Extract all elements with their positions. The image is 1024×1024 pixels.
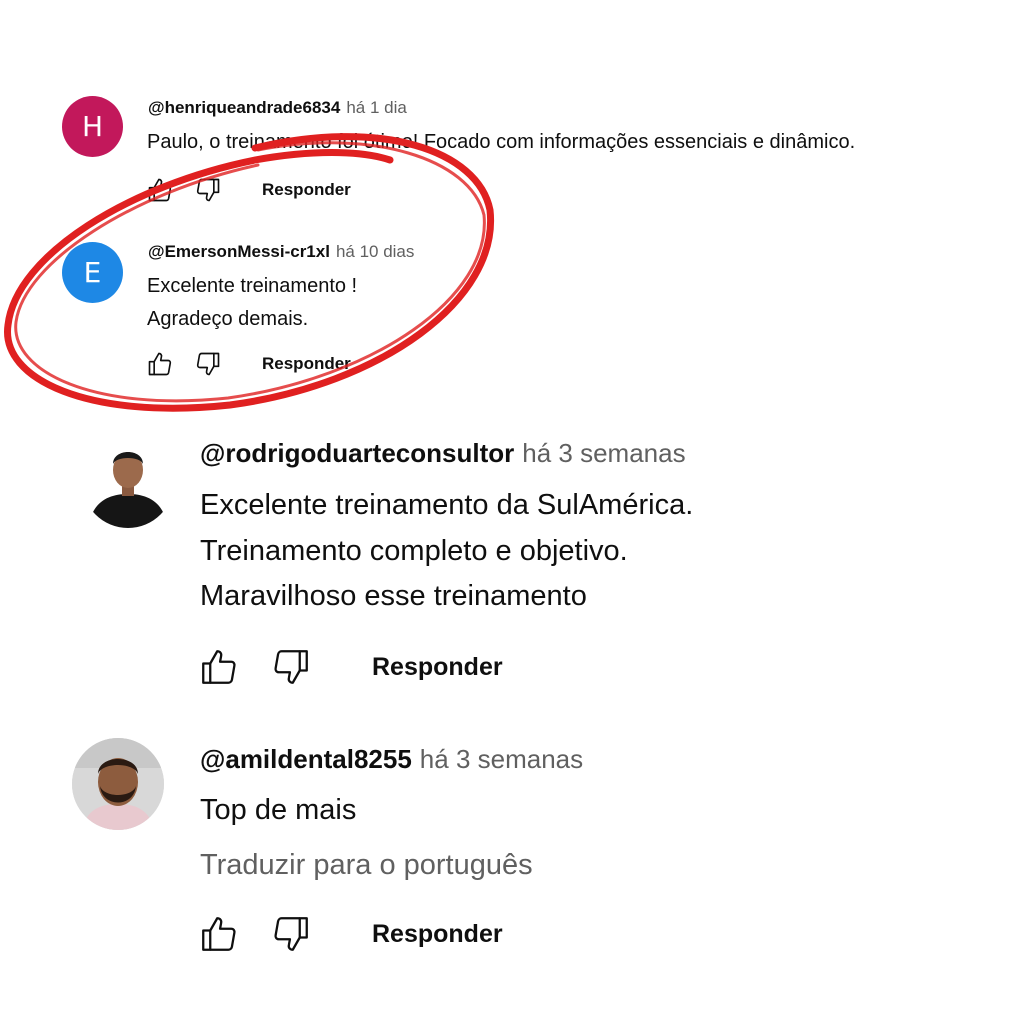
dislike-icon[interactable]: [194, 176, 222, 204]
comment-amildental: @amildental8255 há 3 semanas Top de mais …: [72, 738, 872, 978]
translate-link[interactable]: Traduzir para o português: [200, 849, 533, 882]
comment-author[interactable]: @rodrigoduarteconsultor: [200, 438, 514, 468]
comment-henriqueandrade: H @henriqueandrade6834 há 1 dia Paulo, o …: [62, 96, 962, 216]
comment-time[interactable]: há 1 dia: [346, 98, 407, 117]
comment-rodrigoduarte: @rodrigoduarteconsultor há 3 semanas Exce…: [82, 436, 882, 696]
reply-button[interactable]: Responder: [372, 653, 503, 682]
like-icon[interactable]: [198, 646, 240, 688]
like-icon[interactable]: [146, 176, 174, 204]
comment-author[interactable]: @EmersonMessi-cr1xl: [148, 242, 330, 261]
dislike-icon[interactable]: [194, 350, 222, 378]
comment-text-line: Top de mais: [200, 794, 357, 826]
comment-time[interactable]: há 3 semanas: [420, 744, 583, 774]
reply-button[interactable]: Responder: [262, 354, 351, 374]
comment-text-line: Excelente treinamento da SulAmérica.: [200, 489, 694, 521]
dislike-icon[interactable]: [270, 646, 312, 688]
avatar-letter: H: [81, 110, 104, 143]
comment-text-line: Agradeço demais.: [147, 308, 309, 330]
comment-text-line: Maravilhoso esse treinamento: [200, 580, 587, 612]
avatar-photo[interactable]: [72, 738, 164, 830]
comment-author[interactable]: @henriqueandrade6834: [148, 98, 340, 117]
avatar[interactable]: H: [62, 96, 123, 157]
reply-button[interactable]: Responder: [262, 180, 351, 200]
dislike-icon[interactable]: [270, 913, 312, 955]
person-photo-icon: [82, 436, 174, 528]
comment-time[interactable]: há 3 semanas: [522, 438, 685, 468]
avatar-photo[interactable]: [82, 436, 174, 528]
comment-emersonmessi: E @EmersonMessi-cr1xl há 10 dias Excelent…: [62, 240, 662, 385]
avatar-letter: E: [83, 256, 102, 289]
like-icon[interactable]: [198, 913, 240, 955]
comment-text-line: Treinamento completo e objetivo.: [200, 535, 628, 567]
comment-time[interactable]: há 10 dias: [336, 242, 414, 261]
person-photo-icon: [72, 738, 164, 830]
like-icon[interactable]: [146, 350, 174, 378]
comment-author[interactable]: @amildental8255: [200, 744, 412, 774]
comment-text-line: Excelente treinamento !: [147, 275, 358, 297]
reply-button[interactable]: Responder: [372, 920, 503, 949]
comment-text-line: Paulo, o treinamento foi ótimo! Focado c…: [147, 131, 856, 153]
avatar[interactable]: E: [62, 242, 123, 303]
